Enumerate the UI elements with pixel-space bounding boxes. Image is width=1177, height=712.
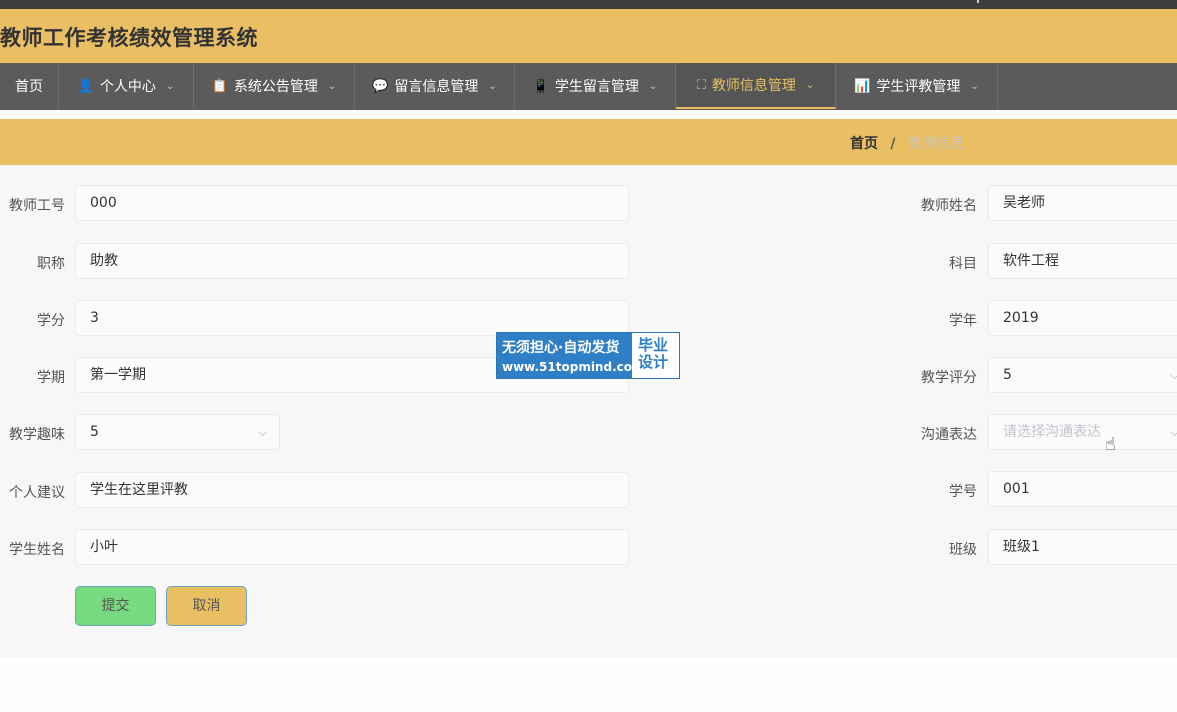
nav-item-label: 个人中心 [99, 79, 156, 95]
communication-placeholder: 请选择沟通表达 [1003, 424, 1101, 440]
watermark-right: 毕业 设计 [632, 333, 679, 378]
teaching-score-value: 5 [1003, 367, 1012, 383]
watermark-line2: www.51topmind.com [502, 360, 645, 374]
nav-item-label: 学生留言管理 [554, 79, 639, 95]
user-icon: 👤 [77, 78, 94, 94]
subject-label: 科目 [949, 256, 977, 272]
fullscreen-icon: ⛶ [696, 77, 706, 93]
nav-item-student-evaluation[interactable]: 📊 学生评教管理 ⌄ [836, 63, 998, 109]
top-strip [0, 0, 1177, 9]
class-input[interactable]: 班级1 [988, 529, 1177, 565]
watermark-badge: 无须担心·自动发货 www.51topmind.com 毕业 设计 [496, 332, 680, 379]
communication-select[interactable]: 请选择沟通表达 ⌵ [988, 414, 1177, 450]
nav-item-personal-center[interactable]: 👤 个人中心 ⌄ [59, 63, 194, 109]
school-year-label: 学年 [949, 313, 977, 329]
teaching-score-label: 教学评分 [921, 370, 977, 386]
chevron-down-icon: ⌄ [165, 80, 175, 92]
nav-spacer [0, 110, 1177, 119]
chevron-down-icon: ⌵ [1170, 358, 1177, 392]
chat-icon: 💬 [372, 78, 389, 94]
chevron-down-icon: ⌄ [970, 80, 979, 92]
top-strip-marker [977, 0, 979, 3]
communication-label: 沟通表达 [921, 427, 977, 443]
watermark-badge2: 设计 [638, 353, 669, 371]
form-area [0, 165, 1177, 658]
cancel-button[interactable]: 取消 [166, 586, 247, 626]
chevron-down-icon: ⌄ [327, 80, 337, 92]
student-id-input[interactable]: 001 [988, 471, 1177, 507]
nav-item-label: 首页 [15, 79, 43, 95]
nav-item-label: 学生评教管理 [876, 79, 961, 95]
student-id-label: 学号 [949, 484, 977, 500]
title-bar: 教师工作考核绩效管理系统 [0, 9, 1177, 63]
chevron-down-icon: ⌄ [488, 80, 497, 92]
submit-button[interactable]: 提交 [75, 586, 156, 626]
breadcrumb-separator: / [890, 136, 896, 152]
nav-item-message[interactable]: 💬 留言信息管理 ⌄ [355, 63, 515, 109]
watermark-left: 无须担心·自动发货 www.51topmind.com [497, 333, 645, 378]
nav-item-label: 教师信息管理 [711, 78, 796, 94]
school-year-input[interactable]: 2019 [988, 300, 1177, 336]
nav-item-label: 留言信息管理 [394, 79, 479, 95]
subject-input[interactable]: 软件工程 [988, 243, 1177, 279]
nav-item-teacher-info[interactable]: ⛶ 教师信息管理 ⌄ [676, 63, 836, 109]
breadcrumb-home[interactable]: 首页 [850, 136, 878, 152]
nav-bar: 首页 👤 个人中心 ⌄ 📋 系统公告管理 ⌄ 💬 留言信息管理 ⌄ 📱 学生留言… [0, 63, 1177, 110]
teacher-name-input[interactable]: 吴老师 [988, 185, 1177, 221]
phone-icon: 📱 [532, 78, 549, 94]
chevron-down-icon: ⌵ [1170, 415, 1177, 449]
nav-item-student-message[interactable]: 📱 学生留言管理 ⌄ [515, 63, 676, 109]
breadcrumb-bar: 首页 / 教师信息 [0, 119, 1177, 165]
breadcrumb: 首页 / 教师信息 [850, 133, 964, 153]
teaching-score-select[interactable]: 5 ⌵ [988, 357, 1177, 393]
nav-item-label: 系统公告管理 [233, 79, 318, 95]
app-title: 教师工作考核绩效管理系统 [0, 26, 258, 50]
bar-chart-icon: 📊 [854, 78, 871, 94]
clipboard-icon: 📋 [211, 78, 228, 94]
chevron-down-icon: ⌄ [805, 79, 815, 91]
hand-cursor-icon: ☝ [1105, 434, 1116, 455]
nav-item-home[interactable]: 首页 [0, 63, 59, 109]
teacher-name-label: 教师姓名 [921, 198, 977, 214]
chevron-down-icon: ⌄ [648, 80, 658, 92]
nav-item-announcement[interactable]: 📋 系统公告管理 ⌄ [194, 63, 355, 109]
watermark-line1: 无须担心·自动发货 [502, 340, 620, 356]
breadcrumb-current: 教师信息 [908, 136, 964, 152]
class-label: 班级 [949, 542, 977, 558]
watermark-badge1: 毕业 [638, 336, 669, 354]
